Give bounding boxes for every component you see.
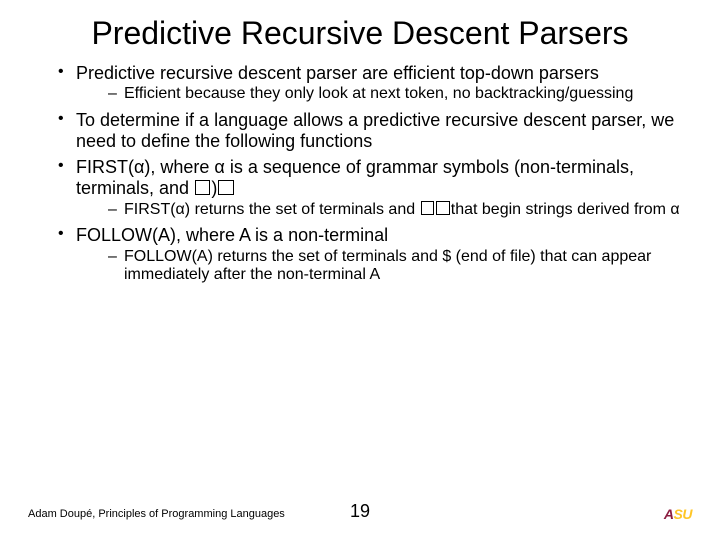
sub-bullet-list: FOLLOW(A) returns the set of terminals a… bbox=[76, 248, 690, 285]
bullet-text: To determine if a language allows a pred… bbox=[76, 110, 674, 151]
slide: Predictive Recursive Descent Parsers Pre… bbox=[0, 0, 720, 540]
logo-part: SU bbox=[674, 506, 692, 522]
logo-part: A bbox=[664, 506, 674, 522]
sub-bullet-text: Efficient because they only look at next… bbox=[124, 85, 633, 102]
bullet-text: FIRST(α), where α is a sequence of gramm… bbox=[76, 157, 634, 198]
sub-bullet-item: Efficient because they only look at next… bbox=[108, 85, 690, 103]
bullet-item: Predictive recursive descent parser are … bbox=[58, 63, 690, 104]
sub-bullet-list: Efficient because they only look at next… bbox=[76, 85, 690, 103]
sub-bullet-text: that begin strings derived from α bbox=[451, 201, 680, 218]
bullet-item: FOLLOW(A), where A is a non-terminal FOL… bbox=[58, 225, 690, 284]
unknown-glyph-icon bbox=[195, 180, 210, 195]
sub-bullet-list: FIRST(α) returns the set of terminals an… bbox=[76, 201, 690, 219]
sub-bullet-item: FIRST(α) returns the set of terminals an… bbox=[108, 201, 690, 219]
sub-bullet-item: FOLLOW(A) returns the set of terminals a… bbox=[108, 248, 690, 285]
sub-bullet-text: FOLLOW(A) returns the set of terminals a… bbox=[124, 248, 651, 283]
slide-title: Predictive Recursive Descent Parsers bbox=[0, 0, 720, 57]
unknown-glyph-icon bbox=[218, 180, 233, 195]
asu-logo: ASU bbox=[664, 506, 692, 522]
bullet-text: ) bbox=[211, 178, 217, 198]
bullet-item: FIRST(α), where α is a sequence of gramm… bbox=[58, 157, 690, 219]
page-number: 19 bbox=[0, 501, 720, 522]
sub-bullet-text: FIRST(α) returns the set of terminals an… bbox=[124, 201, 420, 218]
bullet-list: Predictive recursive descent parser are … bbox=[30, 63, 690, 285]
unknown-glyph-icon bbox=[436, 201, 450, 215]
slide-body: Predictive recursive descent parser are … bbox=[0, 63, 720, 285]
bullet-item: To determine if a language allows a pred… bbox=[58, 110, 690, 151]
bullet-text: FOLLOW(A), where A is a non-terminal bbox=[76, 225, 388, 245]
unknown-glyph-icon bbox=[421, 201, 435, 215]
bullet-text: Predictive recursive descent parser are … bbox=[76, 63, 599, 83]
